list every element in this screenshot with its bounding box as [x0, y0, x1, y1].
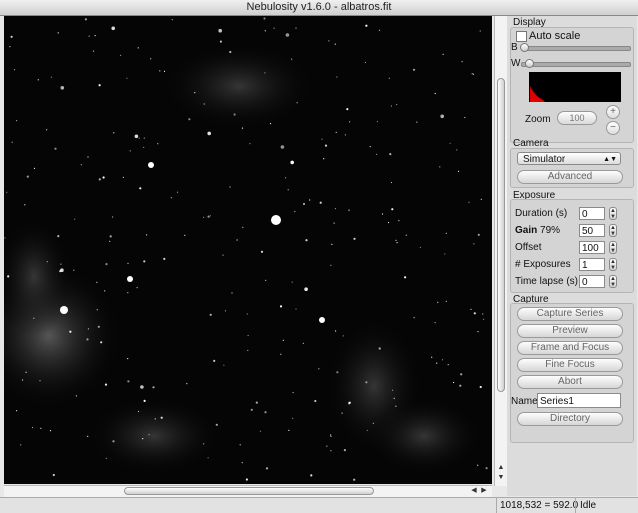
display-section: Auto scale B W Zoom 100 + −	[510, 27, 634, 143]
gain-stepper[interactable]: ▲ ▼	[609, 224, 617, 237]
camera-section: Simulator ▲▼ Advanced	[510, 148, 634, 188]
control-panel: Display Auto scale B W Zoom 100 + − Came…	[507, 16, 637, 496]
zoom-in-button[interactable]: +	[606, 105, 620, 119]
duration-field[interactable]: 0	[579, 207, 605, 220]
image-canvas[interactable]	[4, 16, 492, 484]
duration-stepper[interactable]: ▲ ▼	[609, 207, 617, 220]
directory-button[interactable]: Directory	[517, 412, 623, 426]
preview-button[interactable]: Preview	[517, 324, 623, 338]
status-bar: 1018,532 = 592.0 Idle	[0, 497, 638, 513]
status-coords: 1018,532 = 592.0	[500, 500, 579, 511]
gain-label-row: Gain 79%	[515, 225, 560, 236]
abort-button[interactable]: Abort	[517, 375, 623, 389]
app-window: Nebulosity v1.6.0 - albatros.fit ▲ ▼ ◀ ▶…	[0, 0, 638, 513]
zoom-out-button[interactable]: −	[606, 121, 620, 135]
series-name-input[interactable]: Series1	[537, 393, 621, 408]
horizontal-scroll-thumb[interactable]	[124, 487, 374, 495]
black-point-label: B	[511, 42, 518, 53]
offset-label: Offset	[515, 242, 542, 253]
select-arrows-icon: ▲▼	[603, 156, 617, 163]
camera-select[interactable]: Simulator ▲▼	[517, 152, 621, 165]
status-state: Idle	[580, 500, 597, 511]
timelapse-stepper[interactable]: ▲ ▼	[609, 275, 617, 288]
window-title: Nebulosity v1.6.0 - albatros.fit	[246, 1, 392, 13]
num-exposures-field[interactable]: 1	[579, 258, 605, 271]
autoscale-label: Auto scale	[529, 30, 581, 42]
gain-field[interactable]: 50	[579, 224, 605, 237]
title-bar[interactable]: Nebulosity v1.6.0 - albatros.fit	[0, 0, 638, 16]
num-exposures-stepper[interactable]: ▲ ▼	[609, 258, 617, 271]
vertical-scroll-thumb[interactable]	[497, 78, 505, 392]
horizontal-scrollbar[interactable]: ◀ ▶	[4, 485, 492, 497]
autoscale-checkbox[interactable]	[516, 31, 527, 42]
duration-label: Duration (s)	[515, 208, 568, 219]
fine-focus-button[interactable]: Fine Focus	[517, 358, 623, 372]
num-exposures-label: # Exposures	[515, 259, 571, 270]
advanced-button[interactable]: Advanced	[517, 170, 623, 184]
status-divider	[575, 498, 576, 513]
white-point-knob[interactable]	[525, 59, 534, 68]
gain-percent: 79%	[540, 225, 561, 236]
timelapse-label: Time lapse (s)	[515, 276, 578, 287]
camera-selected-value: Simulator	[523, 154, 566, 165]
zoom-label: Zoom	[525, 114, 551, 125]
gain-label: Gain	[515, 225, 538, 236]
black-point-knob[interactable]	[520, 43, 529, 52]
capture-series-button[interactable]: Capture Series	[517, 307, 623, 321]
white-point-label: W	[511, 58, 521, 69]
offset-stepper[interactable]: ▲ ▼	[609, 241, 617, 254]
scroll-right-arrow-icon[interactable]: ▶	[478, 487, 490, 495]
frame-and-focus-button[interactable]: Frame and Focus	[517, 341, 623, 355]
capture-section: Capture Series Preview Frame and Focus F…	[510, 303, 634, 443]
white-point-slider[interactable]	[521, 62, 631, 67]
timelapse-field[interactable]: 0	[579, 275, 605, 288]
star-field-image	[4, 16, 492, 484]
exposure-section: Duration (s) 0 ▲ ▼ Gain 79% 50 ▲ ▼ Offset …	[510, 199, 634, 293]
scroll-down-arrow-icon[interactable]: ▼	[495, 474, 507, 482]
vertical-scrollbar[interactable]: ▲ ▼	[494, 16, 507, 486]
black-point-slider[interactable]	[521, 46, 631, 51]
zoom-value[interactable]: 100	[557, 111, 597, 125]
offset-field[interactable]: 100	[579, 241, 605, 254]
histogram	[529, 72, 621, 102]
status-divider	[496, 498, 497, 513]
name-label: Name	[511, 396, 538, 407]
scroll-up-arrow-icon[interactable]: ▲	[495, 464, 507, 472]
